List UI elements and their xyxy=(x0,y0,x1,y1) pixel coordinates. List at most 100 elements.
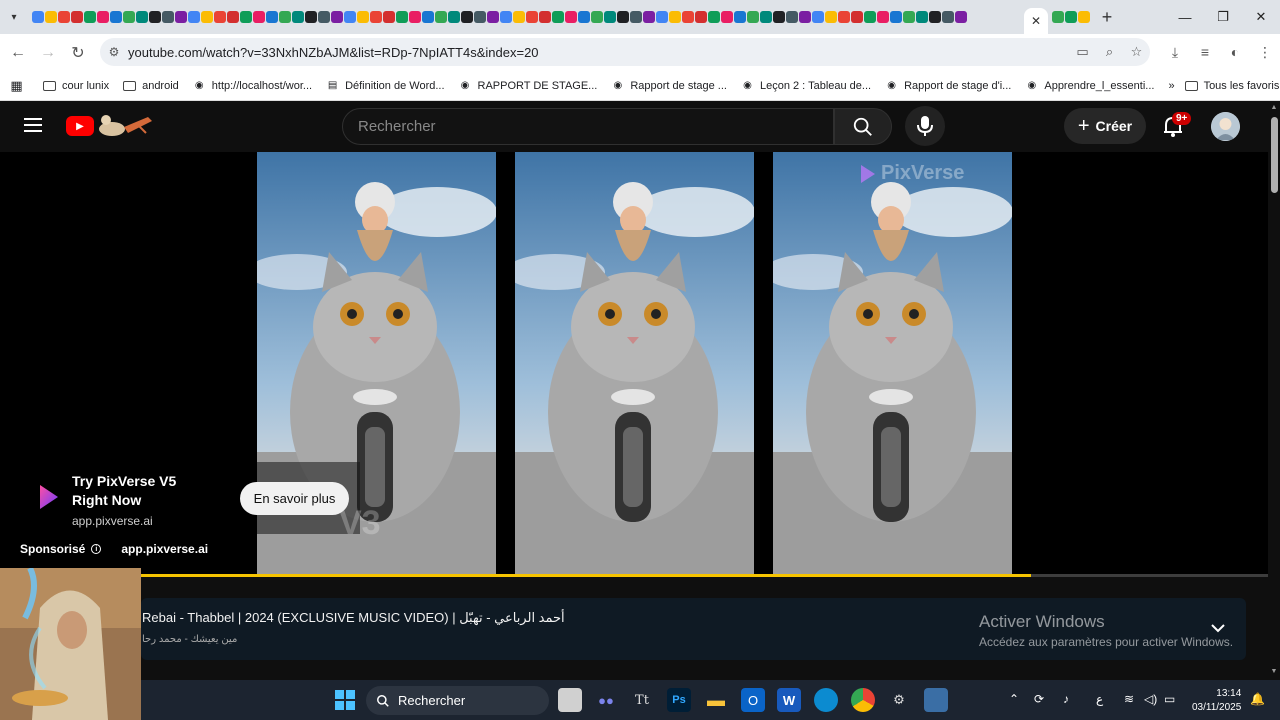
info-icon[interactable]: i xyxy=(91,544,102,554)
active-tab-close-icon[interactable]: ✕ xyxy=(1024,8,1048,34)
tab-favicon[interactable] xyxy=(357,11,369,23)
tab-favicon[interactable] xyxy=(331,11,343,23)
bookmark-star-icon[interactable]: ☆ xyxy=(1123,44,1150,60)
tab-favicon[interactable] xyxy=(305,11,317,23)
create-button[interactable]: + Créer xyxy=(1064,108,1146,144)
battery-icon[interactable]: ▭ xyxy=(1164,692,1175,706)
tab-favicon[interactable] xyxy=(1052,11,1064,23)
youtube-doodle-icon[interactable] xyxy=(96,111,154,141)
tab-favicon[interactable] xyxy=(71,11,83,23)
tab-favicon[interactable] xyxy=(1078,11,1090,23)
tab-favicon[interactable] xyxy=(409,11,421,23)
search-button[interactable] xyxy=(834,108,892,145)
video-channel[interactable]: مين يعيشك - محمد رحا xyxy=(142,634,237,645)
tab-favicon[interactable] xyxy=(721,11,733,23)
tab-favicon[interactable] xyxy=(136,11,148,23)
tab-favicon[interactable] xyxy=(617,11,629,23)
outlook-icon[interactable]: O xyxy=(741,688,765,712)
tab-favicon[interactable] xyxy=(734,11,746,23)
tab-search-icon[interactable]: ▾ xyxy=(0,0,28,34)
tab-favicon[interactable] xyxy=(656,11,668,23)
tab-favicon[interactable] xyxy=(227,11,239,23)
bookmark-item[interactable]: ◉ http://localhost/wor... xyxy=(193,79,312,92)
youtube-logo[interactable]: ▶ xyxy=(66,116,94,136)
page-scrollbar[interactable]: ▲ ▼ xyxy=(1268,101,1280,680)
tab-favicon[interactable] xyxy=(877,11,889,23)
tab-favicon[interactable] xyxy=(929,11,941,23)
tab-favicon[interactable] xyxy=(630,11,642,23)
wifi-icon[interactable]: ≋ xyxy=(1124,692,1134,706)
tab-favicon[interactable] xyxy=(344,11,356,23)
tab-favicon[interactable] xyxy=(643,11,655,23)
tab-favicon[interactable] xyxy=(370,11,382,23)
tab-favicon[interactable] xyxy=(864,11,876,23)
volume-icon[interactable]: ◁) xyxy=(1144,692,1157,706)
tab-favicon[interactable] xyxy=(682,11,694,23)
notification-center-icon[interactable]: 🔔 xyxy=(1250,692,1265,706)
extension-icon[interactable]: ◐ xyxy=(1220,38,1250,66)
tab-favicon[interactable] xyxy=(474,11,486,23)
bookmark-item[interactable]: cour lunix xyxy=(43,79,109,92)
sync-icon[interactable]: ⟳ xyxy=(1034,692,1044,706)
bookmark-item[interactable]: ◉ RAPPORT DE STAGE... xyxy=(459,79,598,92)
tab-favicon[interactable] xyxy=(539,11,551,23)
tab-favicon[interactable] xyxy=(812,11,824,23)
apps-icon[interactable]: ▦ xyxy=(10,78,23,93)
more-bookmarks-icon[interactable]: » xyxy=(1168,80,1174,92)
install-app-icon[interactable]: ▭ xyxy=(1069,44,1096,60)
tab-favicon[interactable] xyxy=(604,11,616,23)
tab-favicon[interactable] xyxy=(448,11,460,23)
tab-favicon[interactable] xyxy=(240,11,252,23)
all-bookmarks[interactable]: Tous les favoris xyxy=(1184,79,1279,92)
zoom-icon[interactable]: ⌕ xyxy=(1096,44,1123,60)
tray-mic-icon[interactable]: ♪ xyxy=(1063,692,1069,706)
tab-favicon[interactable] xyxy=(84,11,96,23)
search-input[interactable] xyxy=(358,118,833,135)
tab-favicon[interactable] xyxy=(32,11,44,23)
chrome-icon[interactable] xyxy=(851,688,875,712)
tab-favicon[interactable] xyxy=(851,11,863,23)
tab-favicon[interactable] xyxy=(890,11,902,23)
font-app-icon[interactable]: Tt xyxy=(630,688,654,712)
tab-favicon[interactable] xyxy=(708,11,720,23)
calculator-icon[interactable] xyxy=(924,688,948,712)
tab-favicon[interactable] xyxy=(552,11,564,23)
taskbar-search[interactable]: Rechercher xyxy=(366,686,549,715)
tab-strip[interactable] xyxy=(28,0,1024,34)
url-text[interactable]: youtube.com/watch?v=33NxhNZbAJM&list=RDp… xyxy=(128,45,1069,60)
tray-chevron-up-icon[interactable]: ⌃ xyxy=(1009,692,1019,706)
tab-favicon[interactable] xyxy=(526,11,538,23)
tab-favicon[interactable] xyxy=(513,11,525,23)
tab-favicon[interactable] xyxy=(565,11,577,23)
start-windows-icon[interactable] xyxy=(333,688,357,712)
tab-favicon[interactable] xyxy=(799,11,811,23)
video-player[interactable]: PixVerse V3 Try PixVerse V5 Right Now ap… xyxy=(0,152,1268,576)
tab-favicon[interactable] xyxy=(45,11,57,23)
tab-favicon[interactable] xyxy=(942,11,954,23)
tab-favicon[interactable] xyxy=(838,11,850,23)
tab-favicon[interactable] xyxy=(292,11,304,23)
sponsored-url[interactable]: app.pixverse.ai xyxy=(121,542,208,556)
tab-favicon[interactable] xyxy=(253,11,265,23)
scroll-down-icon[interactable]: ▼ xyxy=(1270,668,1278,676)
tab-favicon[interactable] xyxy=(1065,11,1077,23)
now-playing-thumbnail[interactable] xyxy=(0,568,141,720)
tab-favicon[interactable] xyxy=(695,11,707,23)
learn-more-button[interactable]: En savoir plus xyxy=(240,482,349,515)
back-icon[interactable]: ← xyxy=(3,38,33,68)
media-control-icon[interactable]: ≡ xyxy=(1190,38,1220,66)
file-explorer-icon[interactable]: ▬ xyxy=(704,688,728,712)
new-tab-button[interactable]: + xyxy=(1094,4,1120,30)
scroll-up-icon[interactable]: ▲ xyxy=(1270,104,1278,112)
tab-favicon[interactable] xyxy=(97,11,109,23)
search-field[interactable] xyxy=(342,108,834,145)
tab-favicon[interactable] xyxy=(201,11,213,23)
bookmark-item[interactable]: android xyxy=(123,79,179,92)
reload-icon[interactable]: ↻ xyxy=(63,38,93,68)
tab-favicon[interactable] xyxy=(58,11,70,23)
bookmark-item[interactable]: ▤ Définition de Word... xyxy=(326,79,445,92)
clock[interactable]: 13:14 03/11/2025 xyxy=(1192,687,1241,715)
tab-favicon[interactable] xyxy=(461,11,473,23)
scrollbar-thumb[interactable] xyxy=(1271,117,1278,193)
ad-title[interactable]: Try PixVerse V5 Right Now xyxy=(72,472,212,510)
